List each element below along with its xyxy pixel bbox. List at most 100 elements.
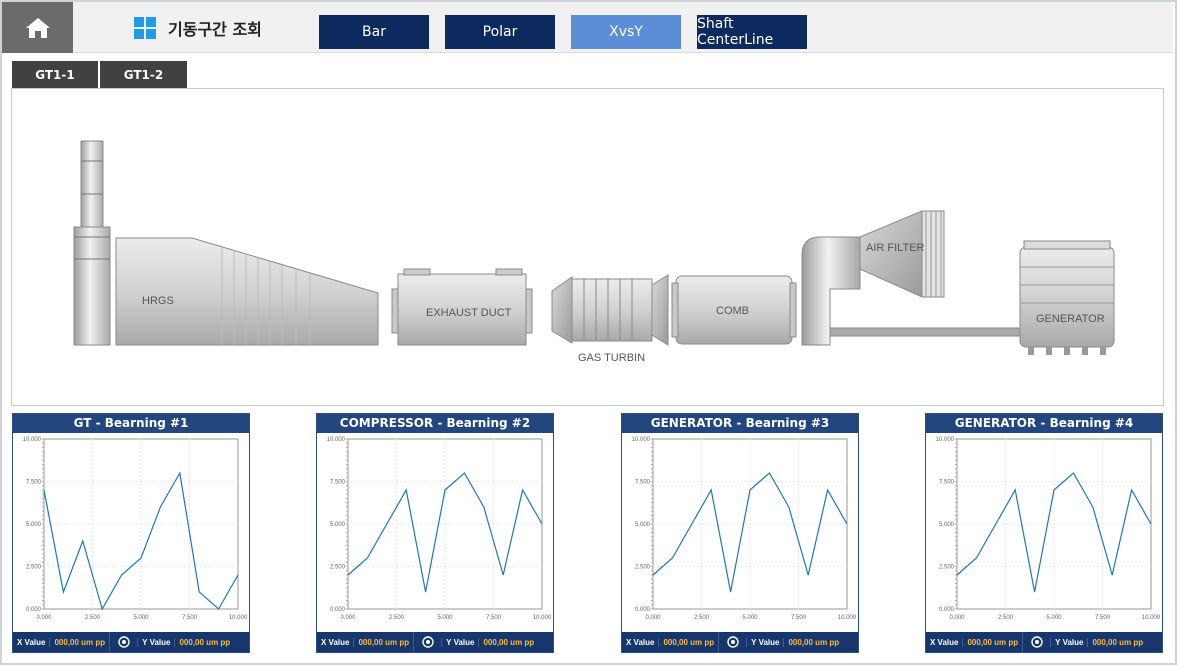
- x-value-readout: 000,00 um pp: [658, 637, 718, 647]
- shaft-centerline-button[interactable]: Shaft CenterLine: [697, 15, 807, 49]
- y-tick-label: 10.000: [23, 437, 42, 443]
- y-tick-label: 0.000: [26, 607, 42, 613]
- y-tick-label: 10.000: [936, 437, 955, 443]
- y-value-readout: 000,00 um pp: [478, 637, 538, 647]
- chart-title: GT - Bearning #1: [13, 414, 249, 433]
- settings-circle-icon[interactable]: [1022, 632, 1050, 652]
- y-tick-label: 7.500: [939, 480, 955, 486]
- x-tick-label: 7.500: [791, 615, 807, 621]
- chart-title: GENERATOR - Bearning #3: [622, 414, 858, 433]
- plant-diagram: HRGS EXHAUST DUCT GAS TURBIN COMB AIR FI…: [11, 88, 1164, 406]
- y-value-label: Y Value: [441, 637, 478, 647]
- x-tick-label: 10.000: [838, 615, 857, 621]
- chart-panel-bearing-4: GENERATOR - Bearning #4 0.000 2.500 5.000 7…: [925, 413, 1163, 653]
- grid-icon: [134, 17, 156, 39]
- x-tick-label: 2.500: [998, 615, 1014, 621]
- xvsy-chart[interactable]: 0.000 2.500 5.000 7.500 10.000 0.000 2.500 5.00…: [622, 433, 858, 633]
- tab-gt1-1[interactable]: GT1-1: [12, 61, 98, 88]
- shaft: [829, 327, 1021, 337]
- x-tick-label: 7.500: [1095, 615, 1111, 621]
- y-value-label: Y Value: [137, 637, 174, 647]
- y-tick-label: 2.500: [330, 565, 346, 571]
- x-tick-label: 0.000: [645, 615, 661, 621]
- x-tick-label: 5.000: [133, 615, 149, 621]
- bar-view-button[interactable]: Bar: [319, 15, 429, 49]
- generator: GENERATOR: [1019, 240, 1115, 355]
- home-icon: [25, 17, 50, 38]
- y-tick-label: 2.500: [26, 565, 42, 571]
- comb-label: COMB: [716, 305, 749, 317]
- x-tick-label: 10.000: [1142, 615, 1161, 621]
- y-tick-label: 7.500: [26, 480, 42, 486]
- x-tick-label: 0.000: [340, 615, 356, 621]
- air-filter-label: AIR FILTER: [866, 242, 925, 254]
- y-tick-label: 5.000: [26, 522, 42, 528]
- x-tick-label: 2.500: [85, 615, 101, 621]
- chart-footer: X Value 000,00 um pp Y Value 000,00 um p…: [13, 632, 249, 652]
- polar-view-button[interactable]: Polar: [445, 15, 555, 49]
- x-tick-label: 5.000: [742, 615, 758, 621]
- page-title: 기동구간 조회: [168, 20, 262, 39]
- x-tick-label: 7.500: [486, 615, 502, 621]
- stack: [73, 140, 111, 346]
- xvsy-chart[interactable]: 0.000 2.500 5.000 7.500 10.000 0.000 2.500 5.00…: [13, 433, 249, 633]
- y-tick-label: 5.000: [939, 522, 955, 528]
- settings-circle-icon[interactable]: [718, 632, 746, 652]
- home-button[interactable]: [2, 2, 73, 53]
- x-value-label: X Value: [17, 637, 46, 647]
- x-tick-label: 2.500: [694, 615, 710, 621]
- tab-gt1-2[interactable]: GT1-2: [100, 61, 187, 88]
- y-value-label: Y Value: [746, 637, 783, 647]
- hrgs-label: HRGS: [142, 295, 174, 307]
- air-filter: AIR FILTER: [801, 210, 945, 346]
- x-value-label: X Value: [930, 637, 959, 647]
- xvsy-chart[interactable]: 0.000 2.500 5.000 7.500 10.000 0.000 2.500 5.00…: [317, 433, 553, 633]
- y-tick-label: 5.000: [635, 522, 651, 528]
- chart-footer: X Value 000,00 um pp Y Value 000,00 um p…: [317, 632, 553, 652]
- settings-circle-icon[interactable]: [413, 632, 441, 652]
- xvsy-chart[interactable]: 0.000 2.500 5.000 7.500 10.000 0.000 2.500 5.00…: [926, 433, 1162, 633]
- x-value-readout: 000,00 um pp: [353, 637, 413, 647]
- x-value-label: X Value: [626, 637, 655, 647]
- gas-turbine: GAS TURBIN: [551, 274, 669, 364]
- x-tick-label: 5.000: [437, 615, 453, 621]
- y-value-readout: 000,00 um pp: [174, 637, 234, 647]
- y-value-readout: 000,00 um pp: [1087, 637, 1147, 647]
- exhaust-duct: EXHAUST DUCT: [391, 268, 533, 346]
- chart-footer: X Value 000,00 um pp Y Value 000,00 um p…: [622, 632, 858, 652]
- x-value-label: X Value: [321, 637, 350, 647]
- y-tick-label: 0.000: [635, 607, 651, 613]
- hrgs-unit: HRGS: [115, 237, 379, 346]
- y-tick-label: 10.000: [327, 437, 346, 443]
- chart-panel-bearing-2: COMPRESSOR - Bearning #2 0.000 2.500 5.000…: [316, 413, 554, 653]
- y-value-label: Y Value: [1050, 637, 1087, 647]
- x-tick-label: 10.000: [533, 615, 552, 621]
- y-value-readout: 000,00 um pp: [783, 637, 843, 647]
- y-tick-label: 2.500: [635, 565, 651, 571]
- y-tick-label: 0.000: [939, 607, 955, 613]
- y-tick-label: 5.000: [330, 522, 346, 528]
- x-tick-label: 0.000: [949, 615, 965, 621]
- chart-footer: X Value 000,00 um pp Y Value 000,00 um p…: [926, 632, 1162, 652]
- x-tick-label: 10.000: [229, 615, 248, 621]
- combustor: COMB: [671, 275, 797, 345]
- y-tick-label: 0.000: [330, 607, 346, 613]
- plant-diagram-svg: HRGS EXHAUST DUCT GAS TURBIN COMB AIR FI…: [73, 140, 1115, 364]
- y-tick-label: 7.500: [330, 480, 346, 486]
- generator-label: GENERATOR: [1036, 313, 1105, 325]
- x-tick-label: 5.000: [1046, 615, 1062, 621]
- chart-title: COMPRESSOR - Bearning #2: [317, 414, 553, 433]
- chart-title: GENERATOR - Bearning #4: [926, 414, 1162, 433]
- x-value-readout: 000,00 um pp: [962, 637, 1022, 647]
- chart-panel-bearing-1: GT - Bearning #1 0.000 2.500 5.000 7.500 10.…: [12, 413, 250, 653]
- y-tick-label: 7.500: [635, 480, 651, 486]
- xvsy-view-button[interactable]: XvsY: [571, 15, 681, 49]
- chart-panel-bearing-3: GENERATOR - Bearning #3 0.000 2.500 5.000 7…: [621, 413, 859, 653]
- x-tick-label: 7.500: [182, 615, 198, 621]
- gas-turbin-label: GAS TURBIN: [578, 352, 645, 364]
- exhaust-duct-label: EXHAUST DUCT: [426, 307, 512, 319]
- x-value-readout: 000,00 um pp: [49, 637, 109, 647]
- x-tick-label: 0.000: [36, 615, 52, 621]
- page-title-group: 기동구간 조회: [134, 16, 262, 40]
- settings-circle-icon[interactable]: [109, 632, 137, 652]
